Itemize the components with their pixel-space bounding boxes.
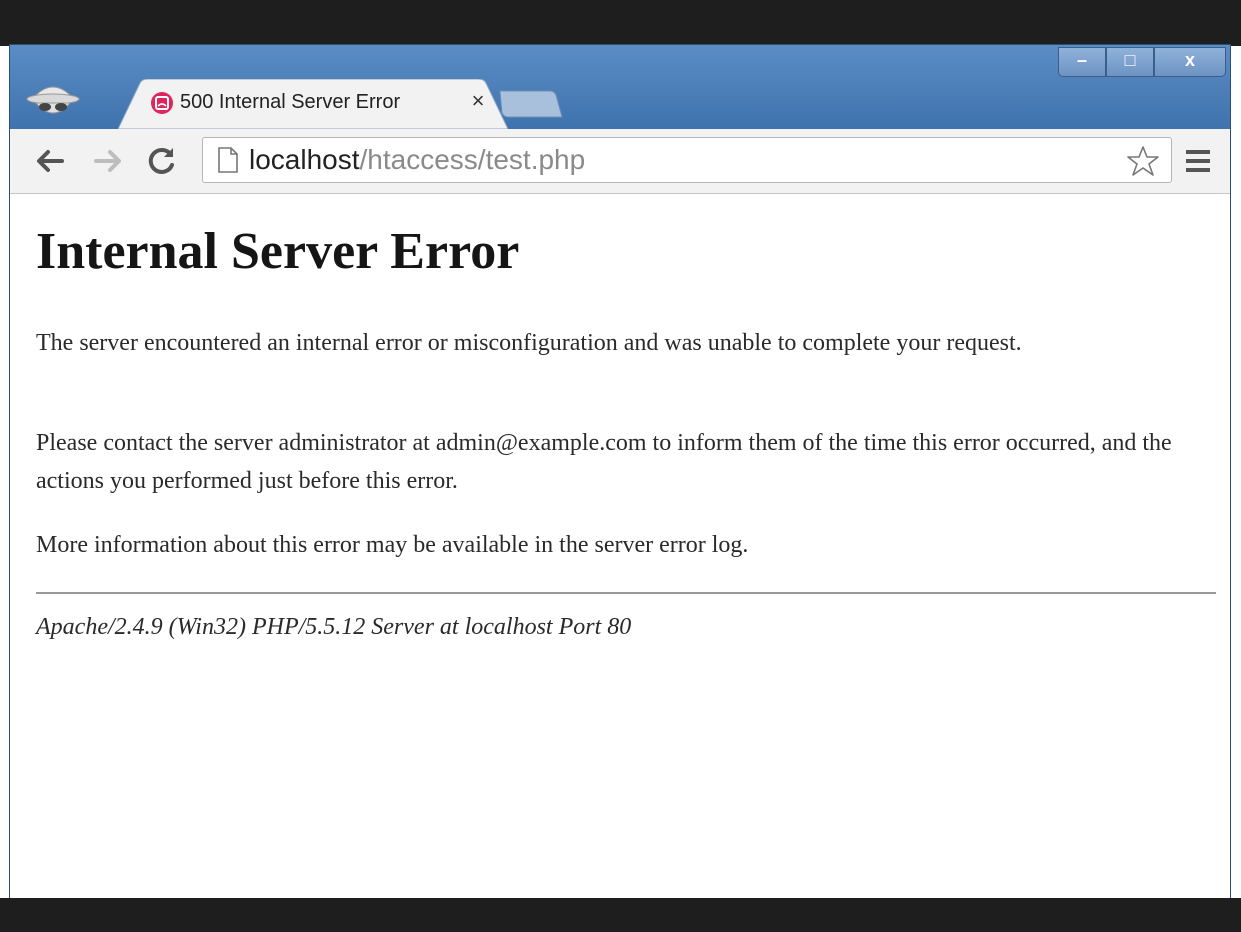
error-favicon-icon <box>151 92 173 114</box>
screen-bottom-border <box>0 898 1241 932</box>
maximize-icon: □ <box>1124 50 1136 70</box>
tab-title: 500 Internal Server Error <box>180 91 401 113</box>
new-tab-button[interactable] <box>496 87 566 121</box>
maximize-button[interactable]: □ <box>1106 47 1154 77</box>
bookmark-star-icon[interactable] <box>1127 145 1159 177</box>
error-description: The server encountered an internal error… <box>36 330 1022 356</box>
window-controls: – □ x <box>1054 47 1230 81</box>
forward-arrow-icon[interactable] <box>90 143 126 179</box>
divider <box>36 592 1216 594</box>
minimize-button[interactable]: – <box>1058 47 1106 77</box>
incognito-icon <box>26 86 80 114</box>
url-text[interactable]: localhost/htaccess/test.php <box>249 144 585 176</box>
contact-instructions: Please contact the server administrator … <box>36 430 1172 494</box>
menu-icon[interactable] <box>1184 147 1212 175</box>
log-info: More information about this error may be… <box>36 532 749 558</box>
address-bar[interactable]: localhost/htaccess/test.php <box>202 137 1172 183</box>
tab-close-button[interactable]: × <box>466 89 490 113</box>
title-bar[interactable]: 500 Internal Server Error × – □ x <box>10 45 1230 129</box>
url-path: /htaccess/test.php <box>359 144 586 175</box>
server-signature: Apache/2.4.9 (Win32) PHP/5.5.12 Server a… <box>36 614 632 640</box>
back-arrow-icon[interactable] <box>32 143 68 179</box>
browser-window: 500 Internal Server Error × – □ x localh… <box>9 44 1231 902</box>
reload-icon[interactable] <box>144 143 180 179</box>
url-host: localhost <box>249 144 360 175</box>
close-icon: x <box>1184 50 1195 70</box>
close-window-button[interactable]: x <box>1154 47 1226 77</box>
page-icon <box>218 147 238 173</box>
browser-toolbar: localhost/htaccess/test.php <box>10 129 1230 194</box>
page-title: Internal Server Error <box>36 223 520 280</box>
browser-tab[interactable]: 500 Internal Server Error × <box>118 79 508 129</box>
minimize-icon: – <box>1076 50 1087 70</box>
page-content: Internal Server Error The server encount… <box>10 194 1230 901</box>
screen-top-border <box>0 0 1241 46</box>
